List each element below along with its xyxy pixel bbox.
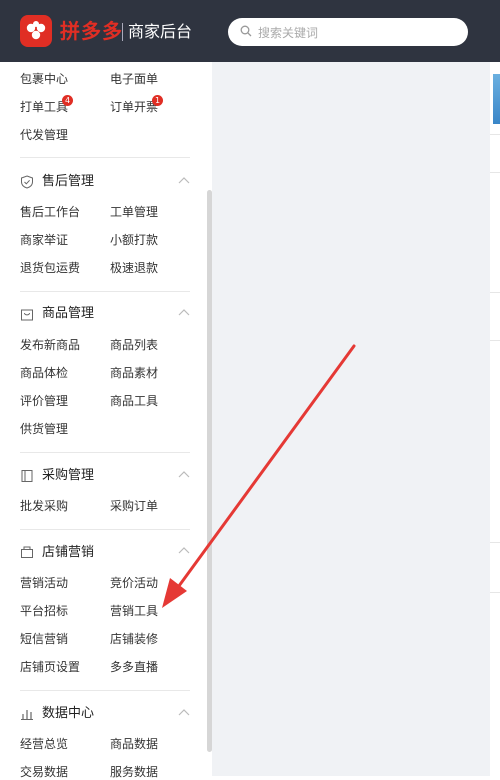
section-title-data-center[interactable]: 数据中心: [42, 705, 94, 723]
chevron-up-icon[interactable]: [178, 308, 190, 316]
section-divider: [20, 291, 190, 292]
sidebar-item-merchant-evidence[interactable]: 商家举证: [20, 232, 68, 248]
section-title-procurement[interactable]: 采购管理: [42, 467, 94, 485]
right-panel-edge: [490, 62, 500, 776]
sidebar-item-small-payment[interactable]: 小额打款: [110, 232, 158, 248]
sidebar-item-publish-product[interactable]: 发布新商品: [20, 337, 80, 353]
sidebar-item-review-management[interactable]: 评价管理: [20, 393, 68, 409]
sidebar-item-business-overview[interactable]: 经营总览: [20, 736, 68, 752]
sidebar-item-product-tools[interactable]: 商品工具: [110, 393, 158, 409]
shield-icon: [21, 175, 33, 189]
sidebar-item-wholesale-purchase[interactable]: 批发采购: [20, 498, 68, 514]
panel-divider: [490, 340, 500, 341]
main-content-area: [212, 62, 490, 776]
search-box[interactable]: [228, 18, 468, 46]
shop-icon: [21, 546, 33, 558]
sidebar-item-product-checkup[interactable]: 商品体检: [20, 365, 68, 381]
section-divider: [20, 452, 190, 453]
sidebar-item-e-waybill[interactable]: 电子面单: [110, 71, 158, 87]
panel-divider: [490, 134, 500, 135]
sidebar-item-product-list[interactable]: 商品列表: [110, 337, 158, 353]
section-title-store-marketing[interactable]: 店铺营销: [42, 544, 94, 562]
clipboard-icon: [21, 470, 33, 482]
section-title-after-sales[interactable]: 售后管理: [42, 173, 94, 191]
section-divider: [20, 690, 190, 691]
sidebar-item-supply-management[interactable]: 供货管理: [20, 421, 68, 437]
sidebar-item-marketing-activities[interactable]: 营销活动: [20, 575, 68, 591]
sidebar-item-platform-tender[interactable]: 平台招标: [20, 603, 68, 619]
sidebar-item-product-data[interactable]: 商品数据: [110, 736, 158, 752]
sidebar-item-product-materials[interactable]: 商品素材: [110, 365, 158, 381]
bar-chart-icon: [21, 710, 33, 720]
page-title: 商家后台: [128, 22, 193, 41]
search-input[interactable]: [256, 22, 460, 44]
chevron-up-icon[interactable]: [178, 546, 190, 554]
sidebar-item-sms-marketing[interactable]: 短信营销: [20, 631, 68, 647]
sidebar-item-return-shipping[interactable]: 退货包运费: [20, 260, 80, 276]
panel-divider: [490, 592, 500, 593]
sidebar-item-service-data[interactable]: 服务数据: [110, 764, 158, 780]
logo-text[interactable]: 拼多多: [60, 18, 123, 44]
bag-icon: [21, 309, 33, 321]
sidebar-item-invoice[interactable]: 订单开票: [110, 99, 158, 115]
sidebar-item-transaction-data[interactable]: 交易数据: [20, 764, 68, 780]
pinduoduo-logo-icon[interactable]: [20, 15, 52, 47]
sidebar-item-ticket-management[interactable]: 工单管理: [110, 204, 158, 220]
sidebar-item-purchase-orders[interactable]: 采购订单: [110, 498, 158, 514]
sidebar-item-store-page-settings[interactable]: 店铺页设置: [20, 659, 80, 675]
section-divider: [20, 529, 190, 530]
section-title-product-management[interactable]: 商品管理: [42, 305, 94, 323]
sidebar-item-bidding-activities[interactable]: 竞价活动: [110, 575, 158, 591]
sidebar-item-fast-refund[interactable]: 极速退款: [110, 260, 158, 276]
notification-badge: 1: [152, 95, 163, 106]
notification-badge: 4: [62, 95, 73, 106]
sidebar-item-store-decoration[interactable]: 店铺装修: [110, 631, 158, 647]
section-divider: [20, 157, 190, 158]
panel-divider: [490, 292, 500, 293]
header-divider: [122, 23, 123, 41]
top-header: 拼多多 商家后台: [0, 0, 500, 62]
sidebar-item-print-tool[interactable]: 打单工具: [20, 99, 68, 115]
panel-divider: [490, 172, 500, 173]
sidebar-item-package-center[interactable]: 包裹中心: [20, 71, 68, 87]
sidebar-item-dropship[interactable]: 代发管理: [20, 127, 68, 143]
sidebar-item-live-streaming[interactable]: 多多直播: [110, 659, 158, 675]
chevron-up-icon[interactable]: [178, 708, 190, 716]
panel-divider: [490, 542, 500, 543]
sidebar-item-after-sales-workbench[interactable]: 售后工作台: [20, 204, 80, 220]
sidebar-item-marketing-tools[interactable]: 营销工具: [110, 603, 158, 619]
sidebar-nav: 包裹中心 电子面单 打单工具 4 订单开票 1 代发管理 售后管理 售后工作台 …: [0, 62, 212, 779]
chevron-up-icon[interactable]: [178, 176, 190, 184]
chevron-up-icon[interactable]: [178, 470, 190, 478]
search-icon: [240, 25, 252, 37]
banner-thumbnail[interactable]: [493, 74, 500, 124]
